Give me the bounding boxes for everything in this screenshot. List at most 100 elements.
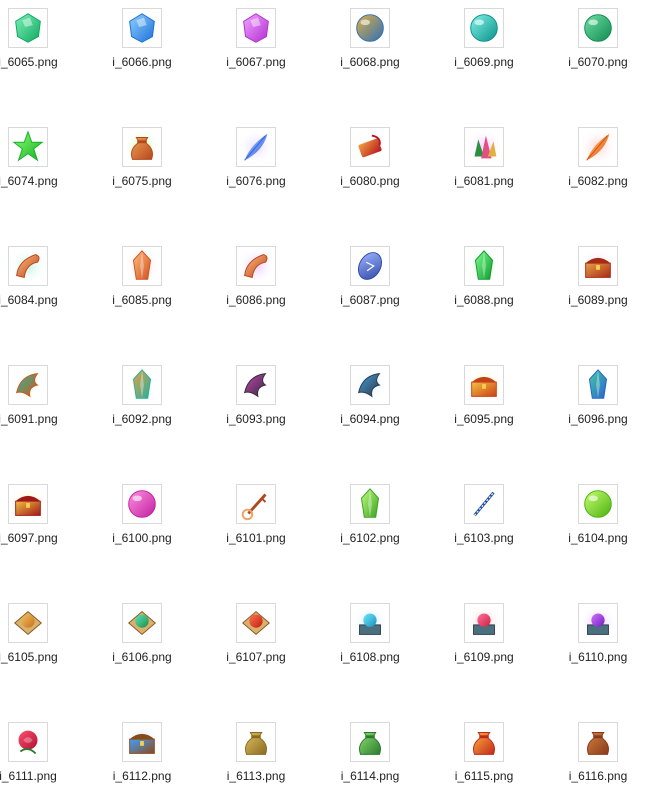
file-item[interactable]: i_6088.png xyxy=(429,246,539,326)
file-name[interactable]: i_6112.png xyxy=(87,769,197,783)
file-name[interactable]: i_6106.png xyxy=(87,650,197,664)
file-item[interactable]: i_6094.png xyxy=(315,365,425,445)
file-thumbnail[interactable] xyxy=(578,127,618,167)
file-thumbnail[interactable] xyxy=(8,484,48,524)
file-name[interactable]: i_6105.png xyxy=(0,650,83,664)
file-item[interactable]: i_6116.png xyxy=(543,722,653,802)
file-thumbnail[interactable] xyxy=(122,127,162,167)
file-thumbnail[interactable] xyxy=(350,8,390,48)
file-name[interactable]: i_6102.png xyxy=(315,531,425,545)
file-name[interactable]: i_6075.png xyxy=(87,174,197,188)
file-item[interactable]: i_6111.png xyxy=(0,722,83,802)
file-thumbnail[interactable] xyxy=(464,246,504,286)
file-item[interactable]: i_6086.png xyxy=(201,246,311,326)
file-item[interactable]: i_6104.png xyxy=(543,484,653,564)
file-name[interactable]: i_6068.png xyxy=(315,55,425,69)
file-thumbnail[interactable] xyxy=(8,127,48,167)
file-thumbnail[interactable] xyxy=(578,484,618,524)
file-thumbnail[interactable] xyxy=(464,722,504,762)
file-name[interactable]: i_6095.png xyxy=(429,412,539,426)
file-item[interactable]: i_6096.png xyxy=(543,365,653,445)
file-item[interactable]: i_6093.png xyxy=(201,365,311,445)
file-item[interactable]: i_6092.png xyxy=(87,365,197,445)
file-name[interactable]: i_6094.png xyxy=(315,412,425,426)
file-item[interactable]: i_6114.png xyxy=(315,722,425,802)
file-item[interactable]: i_6113.png xyxy=(201,722,311,802)
file-item[interactable]: i_6070.png xyxy=(543,8,653,88)
file-item[interactable]: i_6075.png xyxy=(87,127,197,207)
file-name[interactable]: i_6086.png xyxy=(201,293,311,307)
file-item[interactable]: i_6100.png xyxy=(87,484,197,564)
file-thumbnail[interactable] xyxy=(464,603,504,643)
file-name[interactable]: i_6115.png xyxy=(429,769,539,783)
file-item[interactable]: i_6065.png xyxy=(0,8,83,88)
file-thumbnail[interactable] xyxy=(122,603,162,643)
file-item[interactable]: i_6082.png xyxy=(543,127,653,207)
file-name[interactable]: i_6066.png xyxy=(87,55,197,69)
file-thumbnail[interactable] xyxy=(350,603,390,643)
file-thumbnail[interactable] xyxy=(464,8,504,48)
file-thumbnail[interactable] xyxy=(236,127,276,167)
file-item[interactable]: i_6109.png xyxy=(429,603,539,683)
file-item[interactable]: i_6102.png xyxy=(315,484,425,564)
file-thumbnail[interactable] xyxy=(578,722,618,762)
file-thumbnail[interactable] xyxy=(578,603,618,643)
file-item[interactable]: i_6076.png xyxy=(201,127,311,207)
file-name[interactable]: i_6104.png xyxy=(543,531,653,545)
file-thumbnail[interactable] xyxy=(122,8,162,48)
file-thumbnail[interactable] xyxy=(122,246,162,286)
file-item[interactable]: i_6112.png xyxy=(87,722,197,802)
file-item[interactable]: i_6085.png xyxy=(87,246,197,326)
file-name[interactable]: i_6082.png xyxy=(543,174,653,188)
file-thumbnail[interactable] xyxy=(8,246,48,286)
file-item[interactable]: i_6084.png xyxy=(0,246,83,326)
file-thumbnail[interactable] xyxy=(122,484,162,524)
file-item[interactable]: i_6106.png xyxy=(87,603,197,683)
file-name[interactable]: i_6103.png xyxy=(429,531,539,545)
file-name[interactable]: i_6110.png xyxy=(543,650,653,664)
file-item[interactable]: i_6069.png xyxy=(429,8,539,88)
file-thumbnail[interactable] xyxy=(350,246,390,286)
file-item[interactable]: i_6091.png xyxy=(0,365,83,445)
file-name[interactable]: i_6097.png xyxy=(0,531,83,545)
file-name[interactable]: i_6093.png xyxy=(201,412,311,426)
file-item[interactable]: i_6080.png xyxy=(315,127,425,207)
file-name[interactable]: i_6087.png xyxy=(315,293,425,307)
file-thumbnail[interactable] xyxy=(578,365,618,405)
file-name[interactable]: i_6089.png xyxy=(543,293,653,307)
file-name[interactable]: i_6088.png xyxy=(429,293,539,307)
file-thumbnail[interactable] xyxy=(8,722,48,762)
file-name[interactable]: i_6108.png xyxy=(315,650,425,664)
file-thumbnail[interactable] xyxy=(464,365,504,405)
file-name[interactable]: i_6070.png xyxy=(543,55,653,69)
file-item[interactable]: i_6105.png xyxy=(0,603,83,683)
file-item[interactable]: i_6107.png xyxy=(201,603,311,683)
file-name[interactable]: i_6100.png xyxy=(87,531,197,545)
file-name[interactable]: i_6109.png xyxy=(429,650,539,664)
file-thumbnail[interactable] xyxy=(464,484,504,524)
file-name[interactable]: i_6092.png xyxy=(87,412,197,426)
file-name[interactable]: i_6074.png xyxy=(0,174,83,188)
file-item[interactable]: i_6074.png xyxy=(0,127,83,207)
file-item[interactable]: i_6101.png xyxy=(201,484,311,564)
file-thumbnail[interactable] xyxy=(350,365,390,405)
file-item[interactable]: i_6108.png xyxy=(315,603,425,683)
file-name[interactable]: i_6113.png xyxy=(201,769,311,783)
file-thumbnail[interactable] xyxy=(236,603,276,643)
file-name[interactable]: i_6065.png xyxy=(0,55,83,69)
file-thumbnail[interactable] xyxy=(236,8,276,48)
file-thumbnail[interactable] xyxy=(236,365,276,405)
file-name[interactable]: i_6107.png xyxy=(201,650,311,664)
file-item[interactable]: i_6110.png xyxy=(543,603,653,683)
file-name[interactable]: i_6091.png xyxy=(0,412,83,426)
file-item[interactable]: i_6068.png xyxy=(315,8,425,88)
file-name[interactable]: i_6116.png xyxy=(543,769,653,783)
file-name[interactable]: i_6067.png xyxy=(201,55,311,69)
file-thumbnail[interactable] xyxy=(236,484,276,524)
file-thumbnail[interactable] xyxy=(350,722,390,762)
file-name[interactable]: i_6076.png xyxy=(201,174,311,188)
file-thumbnail[interactable] xyxy=(8,8,48,48)
file-item[interactable]: i_6067.png xyxy=(201,8,311,88)
file-name[interactable]: i_6081.png xyxy=(429,174,539,188)
file-name[interactable]: i_6101.png xyxy=(201,531,311,545)
